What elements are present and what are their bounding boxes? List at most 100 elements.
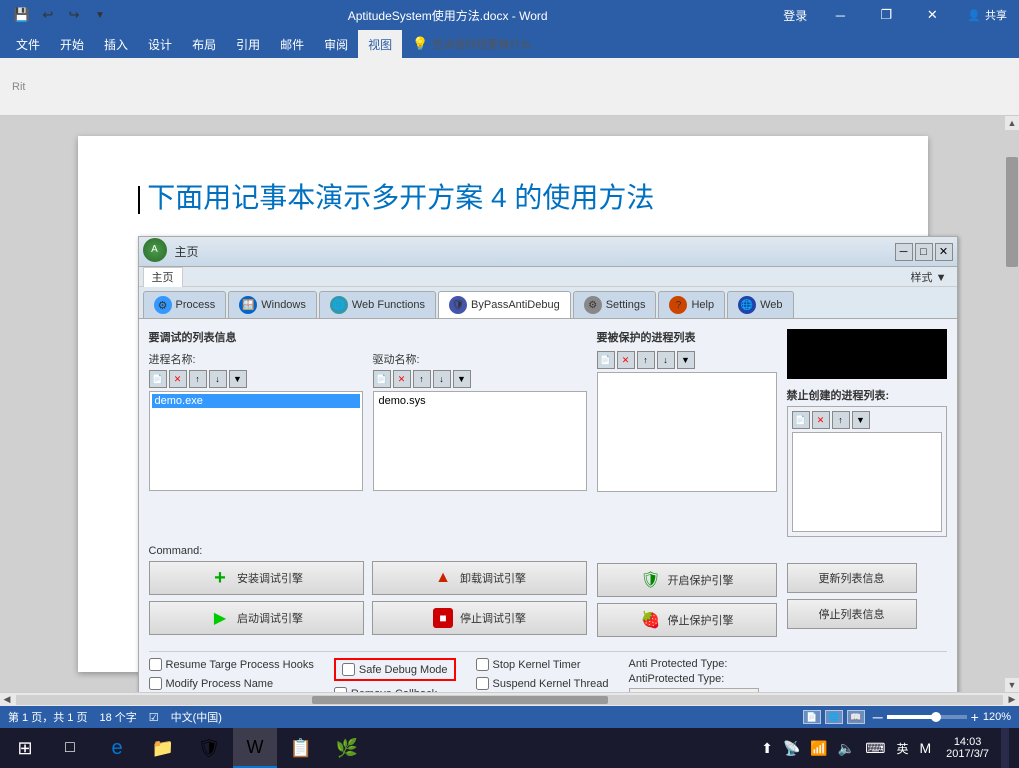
zoom-minus-button[interactable]: ─ — [873, 709, 883, 725]
stop-debug-button[interactable]: ■ 停止调试引擎 — [372, 601, 587, 635]
doc-main[interactable]: 下面用记事本演示多开方案 4 的使用方法 A 主页 ─ □ — [0, 116, 1005, 692]
driver-del-btn[interactable]: ✕ — [393, 370, 411, 388]
tab-mailing[interactable]: 邮件 — [270, 30, 314, 58]
tab-file[interactable]: 文件 — [6, 30, 50, 58]
apt-minimize-button[interactable]: ─ — [895, 243, 913, 261]
scroll-down-button[interactable]: ▼ — [1006, 678, 1019, 692]
apt-nav-home[interactable]: 主页 — [143, 267, 183, 287]
task-view-button[interactable]: □ — [50, 728, 90, 768]
install-debug-button[interactable]: + 安装调试引擎 — [149, 561, 364, 595]
redo-button[interactable]: ↪ — [62, 3, 86, 27]
driver-list-item[interactable]: demo.sys — [376, 394, 584, 408]
tray-volume-icon[interactable]: 🔈 — [835, 740, 858, 757]
tray-lang[interactable]: 英 — [892, 740, 912, 757]
language[interactable]: 中文(中国) — [171, 709, 222, 725]
apt-tab-web[interactable]: 🌐 Web — [727, 291, 793, 318]
share-button[interactable]: 👤 共享 — [955, 3, 1019, 27]
process-down-btn[interactable]: ↓ — [209, 370, 227, 388]
tab-view[interactable]: 视图 — [358, 30, 402, 58]
taskbar-word-icon[interactable]: W — [233, 728, 277, 768]
hscroll-left-button[interactable]: ◀ — [0, 694, 14, 705]
start-button[interactable]: ⊞ — [0, 728, 50, 768]
tray-keyboard-icon[interactable]: ⌨ — [862, 740, 888, 757]
modify-name-checkbox[interactable]: Modify Process Name — [149, 677, 314, 690]
protect-more-btn[interactable]: ▼ — [677, 351, 695, 369]
resume-hooks-input[interactable] — [149, 658, 162, 671]
remove-callback-checkbox[interactable]: Remove Callback — [334, 687, 456, 692]
apt-maximize-button[interactable]: □ — [915, 243, 933, 261]
stop-kernel-checkbox[interactable]: Stop Kernel Timer — [476, 658, 609, 671]
tell-me[interactable]: 💡 告诉我你想要做什么 — [412, 36, 531, 52]
safe-debug-input[interactable] — [342, 663, 355, 676]
driver-more-btn[interactable]: ▼ — [453, 370, 471, 388]
taskbar-shield-icon[interactable]: 🛡 — [187, 728, 231, 768]
taskbar-explorer-icon[interactable]: 📁 — [141, 728, 185, 768]
remove-callback-input[interactable] — [334, 687, 347, 692]
apt-style-button[interactable]: 样式 ▼ — [905, 269, 953, 285]
protect-listbox[interactable] — [597, 372, 777, 492]
nocreate-del-btn[interactable]: ✕ — [812, 411, 830, 429]
modify-name-input[interactable] — [149, 677, 162, 690]
no-create-listbox[interactable] — [792, 432, 942, 532]
driver-add-btn[interactable]: 📄 — [373, 370, 391, 388]
apt-tab-help[interactable]: ? Help — [658, 291, 725, 318]
save-button[interactable]: 💾 — [10, 3, 34, 27]
process-del-btn[interactable]: ✕ — [169, 370, 187, 388]
anti-type-select[interactable] — [629, 688, 759, 692]
driver-listbox[interactable]: demo.sys — [373, 391, 587, 491]
start-debug-button[interactable]: ▶ 启动调试引擎 — [149, 601, 364, 635]
update-list-button[interactable]: 更新列表信息 — [787, 563, 917, 593]
view-print-icon[interactable]: 📄 — [803, 710, 821, 724]
hscroll-right-button[interactable]: ▶ — [1005, 694, 1019, 705]
protect-del-btn[interactable]: ✕ — [617, 351, 635, 369]
close-button[interactable]: ✕ — [909, 0, 955, 30]
scroll-up-button[interactable]: ▲ — [1006, 116, 1019, 130]
stop-kernel-input[interactable] — [476, 658, 489, 671]
taskbar-leaf-icon[interactable]: 🌿 — [325, 728, 369, 768]
driver-down-btn[interactable]: ↓ — [433, 370, 451, 388]
stop-protect-button[interactable]: 🍓 停止保护引擎 — [597, 603, 777, 637]
nocreate-more-btn[interactable]: ▼ — [852, 411, 870, 429]
restore-button[interactable]: ❐ — [863, 0, 909, 30]
apt-tab-webfunctions[interactable]: 🌐 Web Functions — [319, 291, 436, 318]
tray-m-icon[interactable]: M — [917, 740, 935, 756]
tab-layout[interactable]: 布局 — [182, 30, 226, 58]
apt-close-button[interactable]: ✕ — [935, 243, 953, 261]
view-read-icon[interactable]: 📖 — [847, 710, 865, 724]
taskbar-edge-icon[interactable]: e — [95, 728, 139, 768]
apt-tab-settings[interactable]: ⚙ Settings — [573, 291, 657, 318]
hscroll-track[interactable] — [16, 695, 1003, 705]
nocreate-add-btn[interactable]: 📄 — [792, 411, 810, 429]
protect-add-btn[interactable]: 📄 — [597, 351, 615, 369]
process-more-btn[interactable]: ▼ — [229, 370, 247, 388]
apt-tab-windows[interactable]: 🪟 Windows — [228, 291, 317, 318]
zoom-track[interactable] — [887, 715, 967, 719]
undo-button[interactable]: ↩ — [36, 3, 60, 27]
tray-wifi-icon[interactable]: 📶 — [807, 740, 830, 757]
protect-up-btn[interactable]: ↑ — [637, 351, 655, 369]
spell-check-icon[interactable]: ☑ — [149, 711, 159, 724]
quick-access-more[interactable]: ▼ — [88, 3, 112, 27]
start-protect-button[interactable]: 🛡 开启保护引擎 — [597, 563, 777, 597]
taskbar-clipboard-icon[interactable]: 📋 — [279, 728, 323, 768]
resume-hooks-checkbox[interactable]: Resume Targe Process Hooks — [149, 658, 314, 671]
nocreate-up-btn[interactable]: ↑ — [832, 411, 850, 429]
stop-list-button[interactable]: 停止列表信息 — [787, 599, 917, 629]
process-up-btn[interactable]: ↑ — [189, 370, 207, 388]
process-add-btn[interactable]: 📄 — [149, 370, 167, 388]
tab-insert[interactable]: 插入 — [94, 30, 138, 58]
show-desktop-button[interactable] — [1001, 728, 1009, 768]
apt-tab-bypass[interactable]: 🛡 ByPassAntiDebug — [438, 291, 571, 318]
safe-debug-checkbox[interactable]: Safe Debug Mode — [342, 663, 448, 676]
suspend-thread-checkbox[interactable]: Suspend Kernel Thread — [476, 677, 609, 690]
taskbar-time[interactable]: 14:03 2017/3/7 — [938, 736, 997, 760]
process-listbox[interactable]: demo.exe — [149, 391, 363, 491]
tab-review[interactable]: 审阅 — [314, 30, 358, 58]
suspend-thread-input[interactable] — [476, 677, 489, 690]
scroll-track[interactable] — [1005, 130, 1019, 678]
login-button[interactable]: 登录 — [773, 7, 817, 24]
tab-home[interactable]: 开始 — [50, 30, 94, 58]
driver-up-btn[interactable]: ↑ — [413, 370, 431, 388]
apt-tab-process[interactable]: ⚙ Process — [143, 291, 227, 318]
tab-design[interactable]: 设计 — [138, 30, 182, 58]
